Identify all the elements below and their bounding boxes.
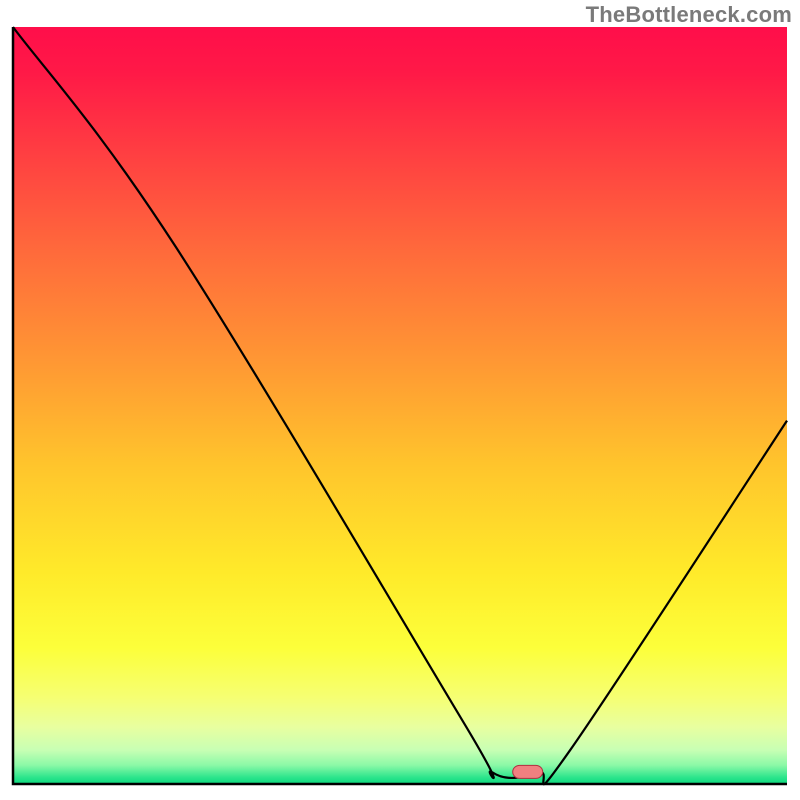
optimal-marker (513, 765, 543, 778)
watermark-text: TheBottleneck.com (586, 2, 792, 28)
bottleneck-chart (0, 0, 800, 800)
plot-background (13, 27, 787, 784)
chart-root: TheBottleneck.com (0, 0, 800, 800)
